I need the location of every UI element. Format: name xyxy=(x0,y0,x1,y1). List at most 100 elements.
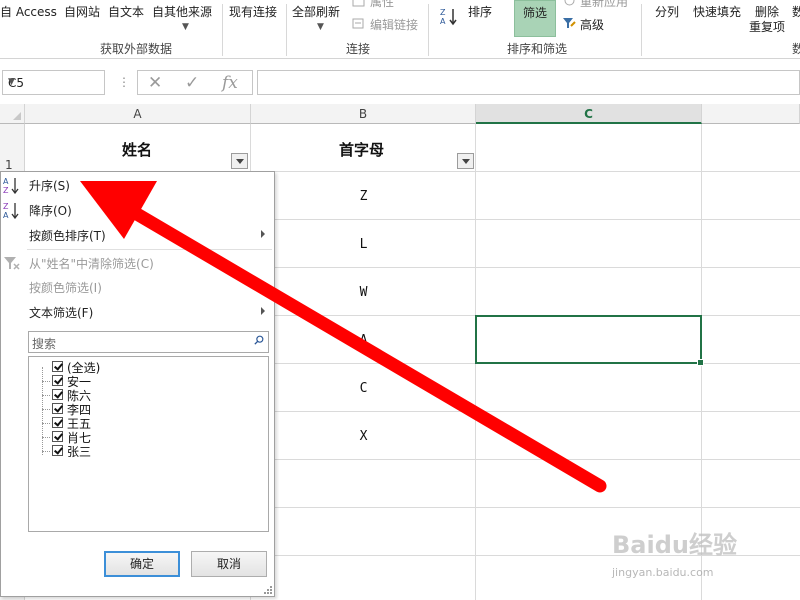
cancel-icon[interactable]: ✕ xyxy=(148,73,162,93)
sort-ascending-icon: A Z xyxy=(3,177,19,194)
column-header-c[interactable]: C xyxy=(476,104,702,124)
filter-search-input[interactable]: 搜索 xyxy=(28,331,269,353)
formula-buttons: ✕ ✓ fx xyxy=(137,70,253,95)
filter-label: 筛选 xyxy=(523,6,548,20)
sort-descending-icon: Z A xyxy=(3,202,19,219)
cancel-button[interactable]: 取消 xyxy=(191,551,267,577)
group-label-sort-filter: 排序和筛选 xyxy=(507,42,568,56)
checkbox[interactable] xyxy=(52,389,63,400)
resize-grip-icon[interactable] xyxy=(264,586,272,594)
group-label-connections: 连接 xyxy=(346,42,371,56)
cell-b2[interactable]: Z xyxy=(251,189,476,204)
chevron-down-icon: ▼ xyxy=(317,22,324,32)
formula-bar: C5 ▼ ⋮ ✕ ✓ fx xyxy=(0,67,800,100)
reapply-button[interactable]: 重新应用 xyxy=(580,0,628,10)
resize-handle[interactable]: ⋮ xyxy=(118,75,130,89)
active-cell-c5[interactable] xyxy=(475,315,704,366)
group-divider xyxy=(428,4,429,56)
existing-connections-button[interactable]: 现有连接 xyxy=(229,3,277,20)
column-header-b[interactable]: B xyxy=(251,104,476,124)
search-icon xyxy=(254,335,264,345)
column-header-d[interactable] xyxy=(702,104,800,124)
header-cell-initial[interactable]: 首字母 xyxy=(339,139,384,160)
group-label-data-tools: 数 xyxy=(792,42,800,56)
checkbox[interactable] xyxy=(52,403,63,414)
cell-b7[interactable]: X xyxy=(251,429,476,444)
ribbon-data-tab: 自 Access 自网站 自文本 自其他来源 ▼ 获取外部数据 现有连接 全部刷… xyxy=(0,0,800,59)
tree-connector xyxy=(42,409,50,410)
text-to-columns-button[interactable]: 分列 xyxy=(655,3,679,20)
from-access-button[interactable]: 自 Access xyxy=(0,3,57,20)
row-number-1[interactable]: 1 xyxy=(5,158,13,172)
menu-item-sort-ascending[interactable]: A Z 升序(S) xyxy=(1,173,273,197)
checkbox[interactable] xyxy=(52,417,63,428)
checkbox[interactable] xyxy=(52,361,63,372)
menu-item-label: 文本筛选(F) xyxy=(29,306,94,320)
menu-item-label: 按颜色筛选(I) xyxy=(29,281,102,295)
from-other-sources-button[interactable]: 自其他来源 xyxy=(152,3,212,20)
menu-item-sort-descending[interactable]: Z A 降序(O) xyxy=(1,198,273,222)
menu-item-sort-by-color[interactable]: 按颜色排序(T) xyxy=(1,223,273,247)
refresh-all-button[interactable]: 全部刷新 xyxy=(292,3,340,20)
tree-connector xyxy=(42,437,50,438)
cell-b4[interactable]: W xyxy=(251,285,476,300)
svg-text:A: A xyxy=(3,211,9,219)
properties-icon xyxy=(352,0,365,7)
clear-filter-icon xyxy=(4,257,20,270)
from-web-button[interactable]: 自网站 xyxy=(64,3,100,20)
column-header-a[interactable]: A xyxy=(25,104,251,124)
cell-b5[interactable]: A xyxy=(251,333,476,348)
filter-button[interactable]: 筛选 xyxy=(514,0,556,37)
ok-button[interactable]: 确定 xyxy=(104,551,180,577)
menu-item-label: 按颜色排序(T) xyxy=(29,229,106,243)
watermark-logo: Baidu经验 xyxy=(612,531,737,559)
group-divider xyxy=(286,4,287,56)
menu-item-filter-by-color[interactable]: 按颜色筛选(I) xyxy=(1,275,273,299)
properties-button[interactable]: 属性 xyxy=(370,0,394,10)
formula-input[interactable] xyxy=(257,70,800,95)
edit-links-button[interactable]: 编辑链接 xyxy=(370,16,418,33)
svg-text:Z: Z xyxy=(3,186,9,194)
group-label-get-external-data: 获取外部数据 xyxy=(100,42,173,56)
sort-button[interactable]: 排序 xyxy=(468,3,492,20)
checkbox[interactable] xyxy=(52,431,63,442)
filter-dropdown-button-b[interactable] xyxy=(457,153,474,169)
advanced-filter-icon xyxy=(563,18,576,28)
cell-b6[interactable]: C xyxy=(251,381,476,396)
header-cell-name[interactable]: 姓名 xyxy=(122,139,152,160)
cell-b3[interactable]: L xyxy=(251,237,476,252)
group-divider xyxy=(222,4,223,56)
search-placeholder: 搜索 xyxy=(32,337,57,351)
flash-fill-button[interactable]: 快速填充 xyxy=(693,3,741,20)
checkbox[interactable] xyxy=(52,375,63,386)
svg-text:A: A xyxy=(3,177,9,186)
menu-item-label: 升序(S) xyxy=(29,179,70,193)
tree-connector xyxy=(42,451,50,452)
enter-icon[interactable]: ✓ xyxy=(185,73,199,93)
filter-dropdown-button-a[interactable] xyxy=(231,153,248,169)
checkbox[interactable] xyxy=(52,445,63,456)
remove-duplicates-label-line2: 重复项 xyxy=(749,20,786,34)
edit-links-icon xyxy=(352,18,364,29)
data-validation-button[interactable]: 数 xyxy=(792,3,800,20)
svg-text:Z: Z xyxy=(440,8,446,17)
chevron-down-icon[interactable]: ▼ xyxy=(8,77,98,87)
select-all-corner[interactable] xyxy=(0,104,25,124)
menu-item-label: 降序(O) xyxy=(29,204,72,218)
list-item-label: 张三 xyxy=(67,445,92,459)
from-text-button[interactable]: 自文本 xyxy=(108,3,144,20)
chevron-right-icon xyxy=(261,307,265,315)
tree-connector xyxy=(42,395,50,396)
svg-text:Z: Z xyxy=(3,202,9,211)
tree-connector xyxy=(42,423,50,424)
menu-divider xyxy=(27,249,272,250)
insert-function-icon[interactable]: fx xyxy=(222,73,238,93)
sort-icon: Z A xyxy=(440,8,457,26)
chevron-right-icon xyxy=(261,230,265,238)
menu-item-text-filters[interactable]: 文本筛选(F) xyxy=(1,300,273,324)
group-divider xyxy=(641,4,642,56)
menu-item-clear-filter[interactable]: 从"姓名"中清除筛选(C) xyxy=(1,251,273,275)
filter-dropdown-menu: A Z 升序(S) Z A 降序(O) 按颜色排序(T) 从"姓名"中清除筛选(… xyxy=(0,171,275,597)
name-box[interactable]: C5 ▼ xyxy=(2,70,105,95)
advanced-filter-button[interactable]: 高级 xyxy=(580,16,604,33)
